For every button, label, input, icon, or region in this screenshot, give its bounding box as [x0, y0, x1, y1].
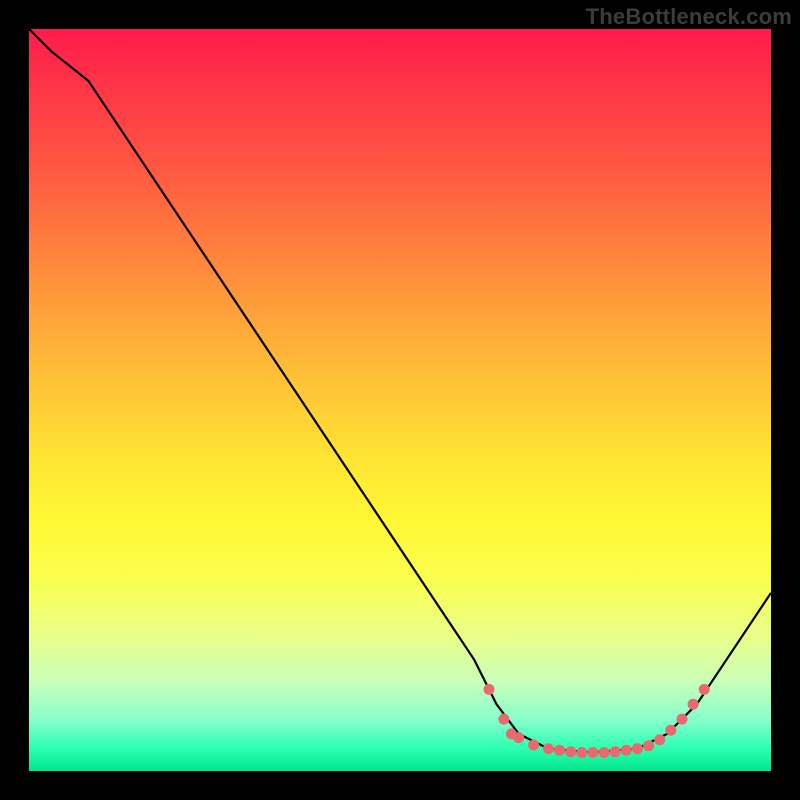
marker-dot [654, 734, 665, 745]
marker-dot [587, 747, 598, 758]
marker-dot [498, 714, 509, 725]
marker-dot [576, 747, 587, 758]
watermark-text: TheBottleneck.com [586, 4, 792, 30]
marker-dot [688, 699, 699, 710]
marker-dot [599, 747, 610, 758]
bottleneck-curve [29, 29, 771, 753]
marker-dot [643, 740, 654, 751]
marker-dot [513, 732, 524, 743]
marker-dot [610, 746, 621, 757]
marker-dot [699, 684, 710, 695]
marker-dot [528, 740, 539, 751]
marker-group [484, 684, 710, 758]
marker-dot [565, 746, 576, 757]
marker-dot [677, 714, 688, 725]
marker-dot [621, 745, 632, 756]
chart-svg [29, 29, 771, 771]
marker-dot [665, 725, 676, 736]
marker-dot [543, 743, 554, 754]
marker-dot [554, 745, 565, 756]
marker-dot [632, 743, 643, 754]
marker-dot [484, 684, 495, 695]
